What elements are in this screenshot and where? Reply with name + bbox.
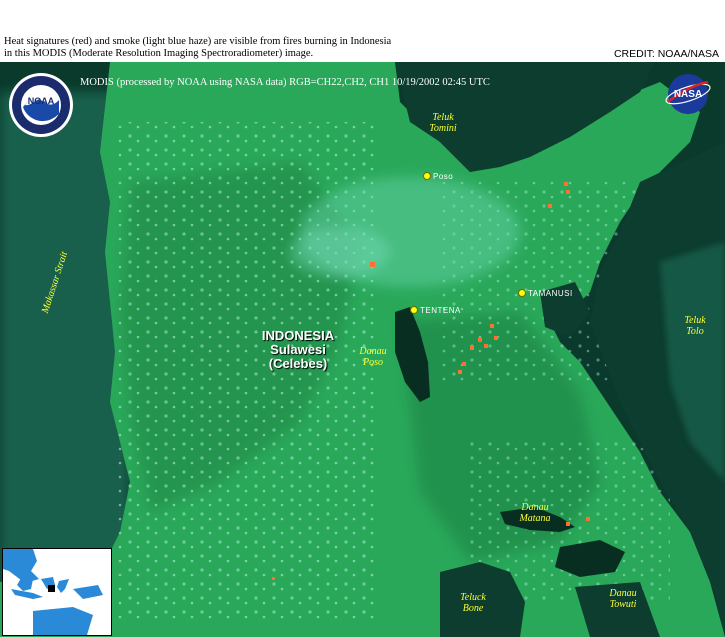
label-line: Danau [609,588,637,599]
label-line: Towuti [609,599,637,610]
svg-text:NASA: NASA [674,89,702,100]
credit-text: CREDIT: NOAA/NASA [613,48,719,60]
caption-line-1: Heat signatures (red) and smoke (light b… [4,36,392,47]
fire-hotspot [548,204,552,208]
fire-hotspot [272,577,275,580]
city-marker-tamanusi [518,289,526,297]
city-label-poso: Poso [433,172,454,181]
fire-hotspot [566,522,570,526]
noaa-logo: NOAA [8,72,74,138]
label-line: Teluk [432,112,454,123]
label-line: Teluck [460,592,486,603]
label-line: Tolo [686,326,704,337]
fire-hotspot [586,517,590,521]
fire-hotspot [462,362,466,366]
image-caption: Heat signatures (red) and smoke (light b… [4,36,484,60]
fire-hotspot [484,344,488,348]
country-name: INDONESIA [261,328,335,343]
country-label: INDONESIA Sulawesi (Celebes) [238,329,358,371]
city-label-tentena: Tentena [420,306,461,315]
island-alt-name: (Celebes) [268,356,328,371]
image-header: MODIS (processed by NOAA using NASA data… [80,77,490,88]
label-line: Matana [519,513,551,524]
label-line: Danau [521,502,549,513]
label-line: Tomini [429,123,457,134]
fire-hotspot [470,346,474,350]
fire-hotspot [564,182,568,186]
fire-hotspot [494,336,498,340]
svg-text:NOAA: NOAA [28,96,55,106]
label-danau-matana: Danau Matana [510,502,560,524]
label-teluk-tomini: Teluk Tomini [418,112,468,134]
fire-hotspot [370,262,375,267]
satellite-map: MODIS (processed by NOAA using NASA data… [0,62,725,637]
label-teluck-bone: Teluck Bone [448,592,498,614]
label-danau-towuti: Danau Towuti [598,588,648,610]
fire-hotspot [490,324,494,328]
fire-hotspot [458,370,462,374]
city-marker-tentena [410,306,418,314]
label-teluk-tolo: Teluk Tolo [670,315,720,337]
caption-line-2: in this MODIS (Moderate Resolution Imagi… [4,48,314,59]
fire-hotspot [478,338,482,342]
label-line: Teluk [684,315,706,326]
island-name: Sulawesi [270,342,326,357]
label-line: Bone [462,603,484,614]
locator-inset-map [2,548,112,636]
city-label-tamanusi: Tamanusi [528,289,573,298]
nasa-logo: NASA [662,72,714,116]
fire-hotspot [566,190,570,194]
city-marker-poso [423,172,431,180]
